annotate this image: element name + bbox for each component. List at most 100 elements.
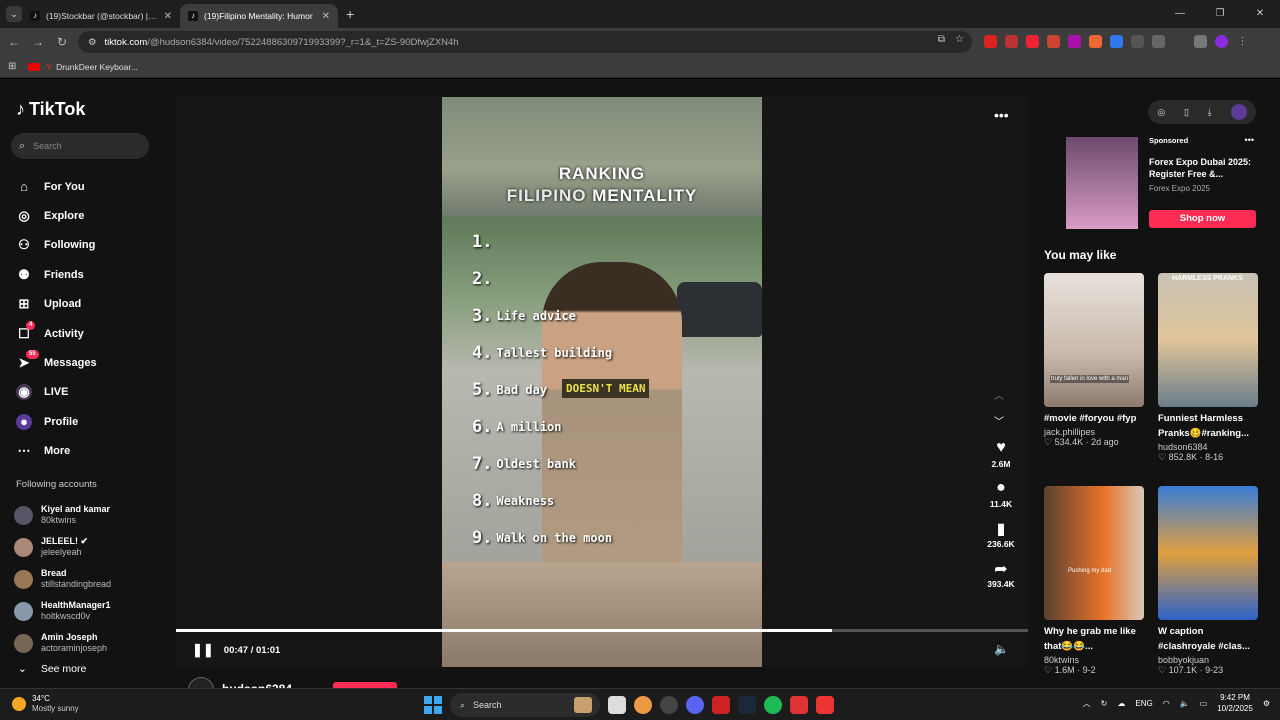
back-icon[interactable]: ←	[2, 35, 26, 49]
shop-now-button[interactable]: Shop now	[1149, 210, 1256, 228]
video-thumbnail[interactable]: HARMLESS PRANKS	[1158, 273, 1258, 407]
recommended-video-card[interactable]: truly fallen in love with a man #movie #…	[1044, 273, 1144, 448]
bookmark-drunkdeer[interactable]: DrunkDeer Keyboar...	[56, 62, 138, 72]
site-info-icon[interactable]: ⚙	[88, 37, 97, 48]
new-tab-icon[interactable]: +	[346, 6, 354, 22]
extension-icon[interactable]	[1005, 35, 1018, 48]
taskbar-search[interactable]: ⌕ Search	[450, 693, 600, 717]
bookmark-star-icon[interactable]: ☆	[955, 34, 964, 45]
profile-avatar-icon[interactable]	[1215, 35, 1228, 48]
account-item[interactable]: Kiyel and kamar 80ktwins	[14, 499, 111, 531]
app-icon[interactable]	[790, 696, 808, 714]
tiktok-logo[interactable]: ♪ TikTok	[16, 99, 85, 120]
wifi-icon[interactable]: ◠	[1163, 699, 1170, 708]
close-window-icon[interactable]: ✕	[1240, 0, 1280, 28]
forward-icon[interactable]: →	[26, 35, 50, 49]
chrome-icon[interactable]	[634, 696, 652, 714]
install-app-icon[interactable]: ⧉	[938, 34, 945, 45]
video-thumbnail[interactable]: Pushing my dad	[1044, 486, 1144, 620]
ad-title[interactable]: Forex Expo Dubai 2025: Register Free &..…	[1149, 156, 1259, 180]
sidebar-item-friends[interactable]: ⚉ Friends	[16, 260, 97, 289]
extension-icon[interactable]	[1110, 35, 1123, 48]
tab-search-icon[interactable]: ⌄	[6, 6, 22, 22]
video-frame[interactable]: RANKING FILIPINO MENTALITY 1. 2. 3. Life …	[442, 97, 762, 667]
share-button[interactable]: ➦ 393.4K	[984, 559, 1018, 589]
reload-icon[interactable]: ↻	[50, 35, 74, 49]
sidebar-item-for-you[interactable]: ⌂ For You	[16, 172, 97, 201]
ad-options-icon[interactable]: •••	[1245, 135, 1254, 145]
sidebar-item-activity[interactable]: ☐ 4 Activity	[16, 319, 97, 348]
sync-icon[interactable]: ↻	[1101, 699, 1108, 708]
volume-icon[interactable]: 🔈	[994, 642, 1009, 656]
minimize-icon[interactable]: —	[1160, 0, 1200, 28]
account-item[interactable]: Amin Joseph actoraminjoseph	[14, 627, 111, 659]
speaker-icon[interactable]: 🔈	[1180, 699, 1190, 708]
notification-icon[interactable]: ⚙	[1263, 699, 1270, 708]
comment-button[interactable]: ● 11.4K	[984, 479, 1018, 509]
see-more-button[interactable]: ⌄ See more	[18, 663, 86, 675]
extension-icon[interactable]	[1026, 35, 1039, 48]
extension-icon[interactable]	[1131, 35, 1144, 48]
recommended-video-card[interactable]: W caption #clashroyale #clas... bobbyokj…	[1158, 486, 1258, 676]
video-thumbnail[interactable]: truly fallen in love with a man	[1044, 273, 1144, 407]
ad-thumbnail[interactable]	[1066, 137, 1138, 229]
extension-icon[interactable]	[1068, 35, 1081, 48]
windows-start-icon[interactable]	[424, 696, 442, 714]
chevron-down-icon[interactable]: ﹀	[994, 413, 1004, 428]
sidebar-item-profile[interactable]: ● Profile	[16, 407, 97, 436]
sidebar-item-upload[interactable]: ⊞ Upload	[16, 290, 97, 319]
reading-list-icon[interactable]	[1194, 35, 1207, 48]
file-explorer-icon[interactable]	[608, 696, 626, 714]
url-field[interactable]: ⚙ tiktok.com/@hudson6384/video/752248863…	[78, 31, 972, 53]
restore-icon[interactable]: ❐	[1200, 0, 1240, 28]
language-indicator[interactable]: ENG	[1135, 699, 1152, 708]
video-progress-bar[interactable]	[176, 629, 1028, 632]
weather-widget[interactable]: 34°C Mostly sunny	[12, 694, 79, 714]
steam-icon[interactable]	[738, 696, 756, 714]
tab-close-icon[interactable]: ✕	[164, 11, 172, 22]
battery-icon[interactable]: ▭	[1200, 699, 1208, 708]
recommended-video-card[interactable]: Pushing my dad Why he grab me like that😂…	[1044, 486, 1144, 676]
tab-close-icon[interactable]: ✕	[322, 11, 330, 22]
app-icon[interactable]	[660, 696, 678, 714]
account-item[interactable]: JELEEL! ✔ jeleelyeah	[14, 531, 111, 563]
browser-tab-active[interactable]: ♪ (19)Filipino Mentality: Humor ✕	[180, 4, 338, 28]
like-button[interactable]: ♥ 2.6M	[984, 439, 1018, 469]
app-icon[interactable]	[712, 696, 730, 714]
youtube-bookmark-icon[interactable]	[28, 62, 41, 71]
sidebar-item-following[interactable]: ⚇ Following	[16, 231, 97, 260]
spotify-icon[interactable]	[764, 696, 782, 714]
pause-icon[interactable]: ❚❚	[192, 642, 214, 658]
more-options-icon[interactable]: •••	[994, 107, 1009, 123]
upload-icon: ⊞	[18, 296, 30, 312]
user-avatar[interactable]	[1230, 104, 1247, 120]
puzzle-icon[interactable]	[1152, 35, 1165, 48]
search-input[interactable]: ⌕ Search	[11, 133, 149, 159]
extension-icon[interactable]	[1089, 35, 1102, 48]
extension-icon[interactable]	[1047, 35, 1060, 48]
apps-grid-icon[interactable]: ⊞	[8, 61, 16, 72]
cloud-icon[interactable]: ☁	[1117, 699, 1125, 708]
sidebar-item-more[interactable]: ⋯ More	[16, 437, 97, 466]
clock[interactable]: 9:42 PM 10/2/2025	[1217, 692, 1253, 714]
save-button[interactable]: ▮ 236.6K	[984, 519, 1018, 549]
chevron-up-icon[interactable]: ︿	[1083, 698, 1091, 709]
video-thumbnail[interactable]	[1158, 486, 1258, 620]
browser-menu-icon[interactable]: ⋮	[1236, 35, 1249, 48]
account-item[interactable]: Bread stillstandingbread	[14, 563, 111, 595]
browser-tab[interactable]: ♪ (19)Stockbar (@stockbar) | TikTok ✕	[22, 4, 180, 28]
sidebar-item-live[interactable]: ◉ LIVE	[16, 378, 97, 407]
chevron-up-icon[interactable]: ︿	[994, 387, 1004, 402]
video-player[interactable]: RANKING FILIPINO MENTALITY 1. 2. 3. Life …	[176, 97, 1028, 667]
device-icon[interactable]: ▯	[1184, 107, 1189, 118]
coin-icon[interactable]: ◎	[1157, 107, 1165, 118]
sidebar-item-messages[interactable]: ➤ 55 Messages	[16, 348, 97, 377]
extension-icon[interactable]	[984, 35, 997, 48]
recommended-video-card[interactable]: HARMLESS PRANKS Funniest Harmless Pranks…	[1158, 273, 1258, 463]
sponsored-ad[interactable]: Sponsored ••• Forex Expo Dubai 2025: Reg…	[1044, 135, 1258, 231]
app-icon[interactable]	[816, 696, 834, 714]
account-item[interactable]: HealthManager1 holtkwscd0v	[14, 595, 111, 627]
discord-icon[interactable]	[686, 696, 704, 714]
download-icon[interactable]: ⤓	[1208, 107, 1212, 118]
sidebar-item-explore[interactable]: ◎ Explore	[16, 201, 97, 230]
